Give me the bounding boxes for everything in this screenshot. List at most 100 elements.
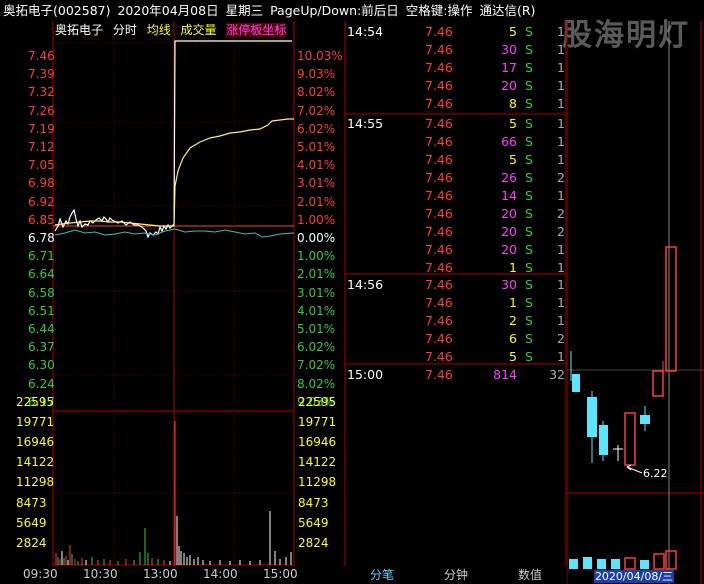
- percent-tick: 1.00%: [297, 212, 336, 227]
- trade-row: 7.46 20 S 1: [345, 77, 567, 95]
- trade-volume: 20: [501, 224, 517, 239]
- trade-time: 15:00: [347, 367, 384, 382]
- time-tick: 09:30: [23, 567, 58, 581]
- app-name: 通达信(R): [479, 3, 536, 18]
- time-tick: 15:00: [263, 567, 298, 581]
- trade-row: 7.46 6 S 2: [345, 330, 567, 348]
- volume-tick-left: 22595: [16, 395, 55, 409]
- trade-row: 7.46 8 S 1: [345, 95, 567, 113]
- trade-side: S: [525, 116, 533, 131]
- trade-count: 1: [557, 96, 565, 111]
- trade-row: 14:54 7.46 5 S 1: [345, 23, 567, 41]
- legend-mode: 分时: [112, 23, 137, 37]
- price-tick: 6.58: [28, 285, 55, 300]
- trade-volume: 26: [501, 170, 517, 185]
- percent-tick: 4.01%: [297, 158, 336, 173]
- trade-price: 7.46: [425, 60, 453, 75]
- trade-price: 7.46: [425, 313, 453, 328]
- trade-volume: 6: [509, 331, 517, 346]
- trade-side: S: [525, 260, 533, 275]
- trade-volume: 17: [501, 60, 517, 75]
- price-tick: 7.46: [28, 49, 55, 63]
- trade-row: 7.46 1 S 1: [345, 259, 567, 277]
- price-tick: 6.98: [28, 176, 55, 191]
- trade-volume: 1: [509, 295, 517, 310]
- trade-price: 7.46: [425, 24, 453, 39]
- trade-price: 7.46: [425, 134, 453, 149]
- trade-price: 7.46: [425, 42, 453, 57]
- trade-side: S: [525, 60, 533, 75]
- price-tick: 7.32: [28, 85, 55, 100]
- tab-ticks[interactable]: 分笔: [345, 566, 419, 584]
- trade-count: 1: [557, 295, 565, 310]
- trade-count: 1: [557, 60, 565, 75]
- volume-tick-right: 2824: [298, 535, 329, 550]
- price-tick: 6.92: [28, 194, 55, 209]
- percent-tick: 4.01%: [297, 303, 336, 318]
- trade-side: S: [525, 152, 533, 167]
- trade-price: 7.46: [425, 116, 453, 131]
- price-tick: 6.30: [28, 358, 55, 373]
- percent-tick: 10.03%: [297, 49, 343, 63]
- price-tick: 7.05: [28, 158, 55, 173]
- trade-count: 1: [557, 349, 565, 364]
- volume-tick-left: 16946: [16, 435, 55, 450]
- trade-price: 7.46: [425, 206, 453, 221]
- trade-price: 7.46: [425, 96, 453, 111]
- trade-volume: 14: [501, 188, 517, 203]
- trade-price: 7.46: [425, 349, 453, 364]
- trade-price: 7.46: [425, 295, 453, 310]
- trade-count: 2: [557, 206, 565, 221]
- trade-row: 7.46 30 S 1: [345, 41, 567, 59]
- volume-tick-left: 14122: [16, 455, 55, 470]
- percent-tick: 8.02%: [297, 85, 336, 100]
- legend-limit-button[interactable]: 涨停板坐标: [226, 23, 287, 37]
- trade-count: 1: [557, 260, 565, 275]
- volume-tick-left: 19771: [16, 415, 55, 430]
- percent-tick: 6.02%: [297, 340, 336, 355]
- trade-row: 7.46 1 S 1: [345, 294, 567, 312]
- tab-minutes[interactable]: 分钟: [419, 566, 493, 584]
- volume-tick-left: 5649: [16, 515, 47, 530]
- volume-tick-left: 2824: [16, 535, 47, 550]
- trade-count: 1: [557, 42, 565, 57]
- trade-price: 7.46: [425, 242, 453, 257]
- mini-kline-chart[interactable]: 6.22: [567, 21, 704, 584]
- trade-count: 1: [557, 24, 565, 39]
- trade-volume: 1: [509, 260, 517, 275]
- price-tick: 7.19: [28, 121, 55, 136]
- percent-tick: 5.01%: [297, 322, 336, 336]
- trade-volume: 8: [509, 96, 517, 111]
- percent-tick: 5.01%: [297, 140, 336, 154]
- low-price-label: 6.22: [643, 467, 668, 480]
- volume-tick-left: 11298: [16, 475, 55, 490]
- trade-volume: 20: [501, 78, 517, 93]
- volume-tick-right: 16946: [298, 435, 337, 450]
- trade-side: S: [525, 170, 533, 185]
- trade-volume: 2: [509, 313, 517, 328]
- trade-count: 1: [557, 152, 565, 167]
- trade-side: S: [525, 78, 533, 93]
- trade-side: S: [525, 188, 533, 203]
- trade-price: 7.46: [425, 260, 453, 275]
- price-tick: 6.64: [28, 267, 55, 282]
- volume-tick-right: 8473: [298, 495, 329, 510]
- volume-tick-right: 14122: [298, 455, 337, 470]
- chart-legend: 奥拓电子 分时 均线 成交量 涨停板坐标: [55, 22, 292, 39]
- percent-tick: 7.02%: [297, 358, 336, 373]
- trade-row: 7.46 20 S 2: [345, 223, 567, 241]
- trade-side: S: [525, 134, 533, 149]
- tab-values[interactable]: 数值: [493, 566, 567, 584]
- time-tick: 13:00: [143, 567, 178, 581]
- trade-side: S: [525, 313, 533, 328]
- trade-count: 2: [557, 224, 565, 239]
- trade-count: 2: [557, 331, 565, 346]
- stock-name-code: 奥拓电子(002587): [3, 3, 111, 18]
- tick-trades-panel[interactable]: 14:54 7.46 5 S 1 7.46 30 S 1 7.46 17 S 1 7.46 20 S 1 7.46…: [345, 21, 567, 566]
- trade-row: 7.46 5 S 1: [345, 151, 567, 169]
- trade-price: 7.46: [425, 224, 453, 239]
- trade-time: 14:55: [347, 116, 384, 131]
- trade-row: 15:00 7.46 814 32: [345, 366, 567, 384]
- legend-volume: 成交量: [180, 23, 217, 37]
- trade-side: S: [525, 206, 533, 221]
